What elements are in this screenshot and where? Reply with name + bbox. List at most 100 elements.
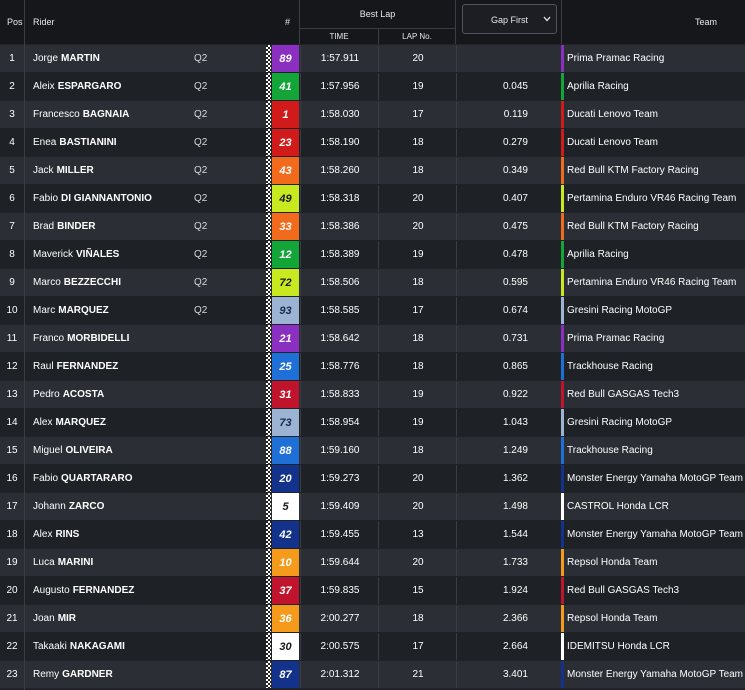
rider-name-cell[interactable]: Pedro ACOSTA: [33, 381, 104, 408]
rider-name-cell[interactable]: Maverick VIÑALES: [33, 241, 119, 268]
table-row[interactable]: 13 Pedro ACOSTA 31 1:58.833 19 0.922 Red Bull G…: [0, 381, 745, 408]
table-row[interactable]: 3 Francesco BAGNAIA Q2 1 1:58.030 17 0.119 Ducat…: [0, 101, 745, 128]
rider-name-cell[interactable]: Aleix ESPARGARO: [33, 73, 121, 100]
table-row[interactable]: 23 Remy GARDNER 87 2:01.312 21 3.401 Monster En…: [0, 661, 745, 688]
team-name-cell[interactable]: Gresini Racing MotoGP: [567, 409, 672, 436]
table-row[interactable]: 5 Jack MILLER Q2 43 1:58.260 18 0.349 Red Bull K…: [0, 157, 745, 184]
rider-name-cell[interactable]: Jorge MARTIN: [33, 45, 100, 72]
gap-first-cell: 0.595: [456, 269, 528, 296]
qualifying-badge: Q2: [194, 81, 208, 92]
team-name-cell[interactable]: Repsol Honda Team: [567, 605, 657, 632]
table-row[interactable]: 19 Luca MARINI 10 1:59.644 20 1.733 Repsol Hond…: [0, 549, 745, 576]
table-row[interactable]: 2 Aleix ESPARGARO Q2 41 1:57.956 19 0.045 Aprili…: [0, 73, 745, 100]
table-row[interactable]: 1 Jorge MARTIN Q2 89 1:57.911 20 Prima Pramac R…: [0, 45, 745, 72]
gap-first-cell: 0.674: [456, 297, 528, 324]
table-row[interactable]: 12 Raul FERNANDEZ 25 1:58.776 18 0.865 Trackhou…: [0, 353, 745, 380]
team-name-cell[interactable]: Red Bull GASGAS Tech3: [567, 381, 679, 408]
rider-name-cell[interactable]: Fabio QUARTARARO: [33, 465, 133, 492]
position-cell: 12: [6, 361, 18, 372]
position-cell: 20: [6, 585, 18, 596]
team-name-cell[interactable]: Gresini Racing MotoGP: [567, 297, 672, 324]
table-row[interactable]: 7 Brad BINDER Q2 33 1:58.386 20 0.475 Red Bull K…: [0, 213, 745, 240]
qualifying-badge: Q2: [194, 137, 208, 148]
table-row[interactable]: 15 Miguel OLIVEIRA 88 1:59.160 18 1.249 Trackho…: [0, 437, 745, 464]
team-name-cell[interactable]: Red Bull GASGAS Tech3: [567, 577, 679, 604]
team-name-cell[interactable]: Pertamina Enduro VR46 Racing Team: [567, 185, 736, 212]
table-row[interactable]: 22 Takaaki NAKAGAMI 30 2:00.575 17 2.664 IDEMIT…: [0, 633, 745, 660]
rider-name-cell[interactable]: Takaaki NAKAGAMI: [33, 633, 125, 660]
best-lap-time-cell: 1:58.190: [300, 129, 379, 156]
team-name-cell[interactable]: Trackhouse Racing: [567, 437, 653, 464]
rider-name-cell[interactable]: Fabio DI GIANNANTONIO: [33, 185, 152, 212]
table-row[interactable]: 8 Maverick VIÑALES Q2 12 1:58.389 19 0.478 April…: [0, 241, 745, 268]
rider-last-name: ACOSTA: [62, 389, 105, 400]
team-name-cell[interactable]: Aprilia Racing: [567, 73, 629, 100]
table-row[interactable]: 16 Fabio QUARTARARO 20 1:59.273 20 1.362 Monste…: [0, 465, 745, 492]
checkered-flag-icon: [266, 185, 271, 212]
position-cell: 15: [6, 445, 18, 456]
rider-name-cell[interactable]: Marc MARQUEZ: [33, 297, 109, 324]
gap-first-cell: 0.045: [456, 73, 528, 100]
team-name-cell[interactable]: Monster Energy Yamaha MotoGP Team: [567, 661, 743, 688]
gap-spacer: [527, 661, 561, 688]
team-name-cell[interactable]: Aprilia Racing: [567, 241, 629, 268]
rider-first-name: Marco: [33, 277, 61, 288]
rider-name-cell[interactable]: Jack MILLER: [33, 157, 94, 184]
table-row[interactable]: 11 Franco MORBIDELLI 21 1:58.642 18 0.731 Prima…: [0, 325, 745, 352]
team-name-cell[interactable]: CASTROL Honda LCR: [567, 493, 669, 520]
rider-name-cell[interactable]: Francesco BAGNAIA: [33, 101, 129, 128]
team-name-cell[interactable]: Prima Pramac Racing: [567, 325, 664, 352]
best-lap-time-cell: 1:58.585: [300, 297, 379, 324]
table-row[interactable]: 20 Augusto FERNANDEZ 37 1:59.835 15 1.924 Red B…: [0, 577, 745, 604]
table-row[interactable]: 14 Alex MARQUEZ 73 1:58.954 19 1.043 Gresini Ra…: [0, 409, 745, 436]
team-name-cell[interactable]: Ducati Lenovo Team: [567, 101, 658, 128]
table-row[interactable]: 10 Marc MARQUEZ Q2 93 1:58.585 17 0.674 Gresini …: [0, 297, 745, 324]
team-name-cell[interactable]: Repsol Honda Team: [567, 549, 657, 576]
rider-name-cell[interactable]: Luca MARINI: [33, 549, 93, 576]
rider-first-name: Johann: [33, 501, 66, 512]
rider-name-cell[interactable]: Brad BINDER: [33, 213, 95, 240]
team-name-cell[interactable]: Trackhouse Racing: [567, 353, 653, 380]
team-color-bar: [561, 661, 564, 688]
rider-name-cell[interactable]: Augusto FERNANDEZ: [33, 577, 134, 604]
team-name-cell[interactable]: Red Bull KTM Factory Racing: [567, 213, 699, 240]
team-name-cell[interactable]: IDEMITSU Honda LCR: [567, 633, 670, 660]
best-lap-time-cell: 1:58.954: [300, 409, 379, 436]
team-name-cell[interactable]: Monster Energy Yamaha MotoGP Team: [567, 465, 743, 492]
rider-name-cell[interactable]: Enea BASTIANINI: [33, 129, 117, 156]
rider-name-cell[interactable]: Miguel OLIVEIRA: [33, 437, 113, 464]
rider-name-cell[interactable]: Joan MIR: [33, 605, 76, 632]
qualifying-badge: Q2: [194, 249, 208, 260]
team-name-cell[interactable]: Prima Pramac Racing: [567, 45, 664, 72]
position-cell: 22: [6, 641, 18, 652]
gap-first-dropdown[interactable]: Gap First: [462, 4, 557, 34]
table-row[interactable]: 9 Marco BEZZECCHI Q2 72 1:58.506 18 0.595 Pertam…: [0, 269, 745, 296]
rider-name-cell[interactable]: Franco MORBIDELLI: [33, 325, 129, 352]
rider-name-cell[interactable]: Alex MARQUEZ: [33, 409, 106, 436]
position-cell: 3: [9, 109, 15, 120]
position-cell: 21: [6, 613, 18, 624]
table-row[interactable]: 21 Joan MIR 36 2:00.277 18 2.366 Repsol Honda T…: [0, 605, 745, 632]
rider-first-name: Alex: [33, 529, 53, 540]
table-row[interactable]: 6 Fabio DI GIANNANTONIO Q2 49 1:58.318 20 0.407…: [0, 185, 745, 212]
position-cell: 14: [6, 417, 18, 428]
table-row[interactable]: 18 Alex RINS 42 1:59.455 13 1.544 Monster Energ…: [0, 521, 745, 548]
rider-last-name: DI GIANNANTONIO: [61, 193, 152, 204]
table-row[interactable]: 4 Enea BASTIANINI Q2 23 1:58.190 18 0.279 Ducati…: [0, 129, 745, 156]
rider-name-cell[interactable]: Remy GARDNER: [33, 661, 113, 688]
best-lap-time-cell: 1:58.386: [300, 213, 379, 240]
rider-number-badge: 89: [272, 45, 299, 72]
team-name-cell[interactable]: Ducati Lenovo Team: [567, 129, 658, 156]
rider-name-cell[interactable]: Johann ZARCO: [33, 493, 104, 520]
rider-name-cell[interactable]: Raul FERNANDEZ: [33, 353, 118, 380]
rider-name-cell[interactable]: Alex RINS: [33, 521, 79, 548]
rider-name-cell[interactable]: Marco BEZZECCHI: [33, 269, 121, 296]
rider-first-name: Marc: [33, 305, 56, 316]
team-name-cell[interactable]: Red Bull KTM Factory Racing: [567, 157, 699, 184]
gap-spacer: [527, 45, 561, 72]
gap-spacer: [527, 73, 561, 100]
best-lap-time-cell: 1:58.833: [300, 381, 379, 408]
table-row[interactable]: 17 Johann ZARCO 5 1:59.409 20 1.498 CASTROL Hon…: [0, 493, 745, 520]
team-name-cell[interactable]: Pertamina Enduro VR46 Racing Team: [567, 269, 736, 296]
team-name-cell[interactable]: Monster Energy Yamaha MotoGP Team: [567, 521, 743, 548]
